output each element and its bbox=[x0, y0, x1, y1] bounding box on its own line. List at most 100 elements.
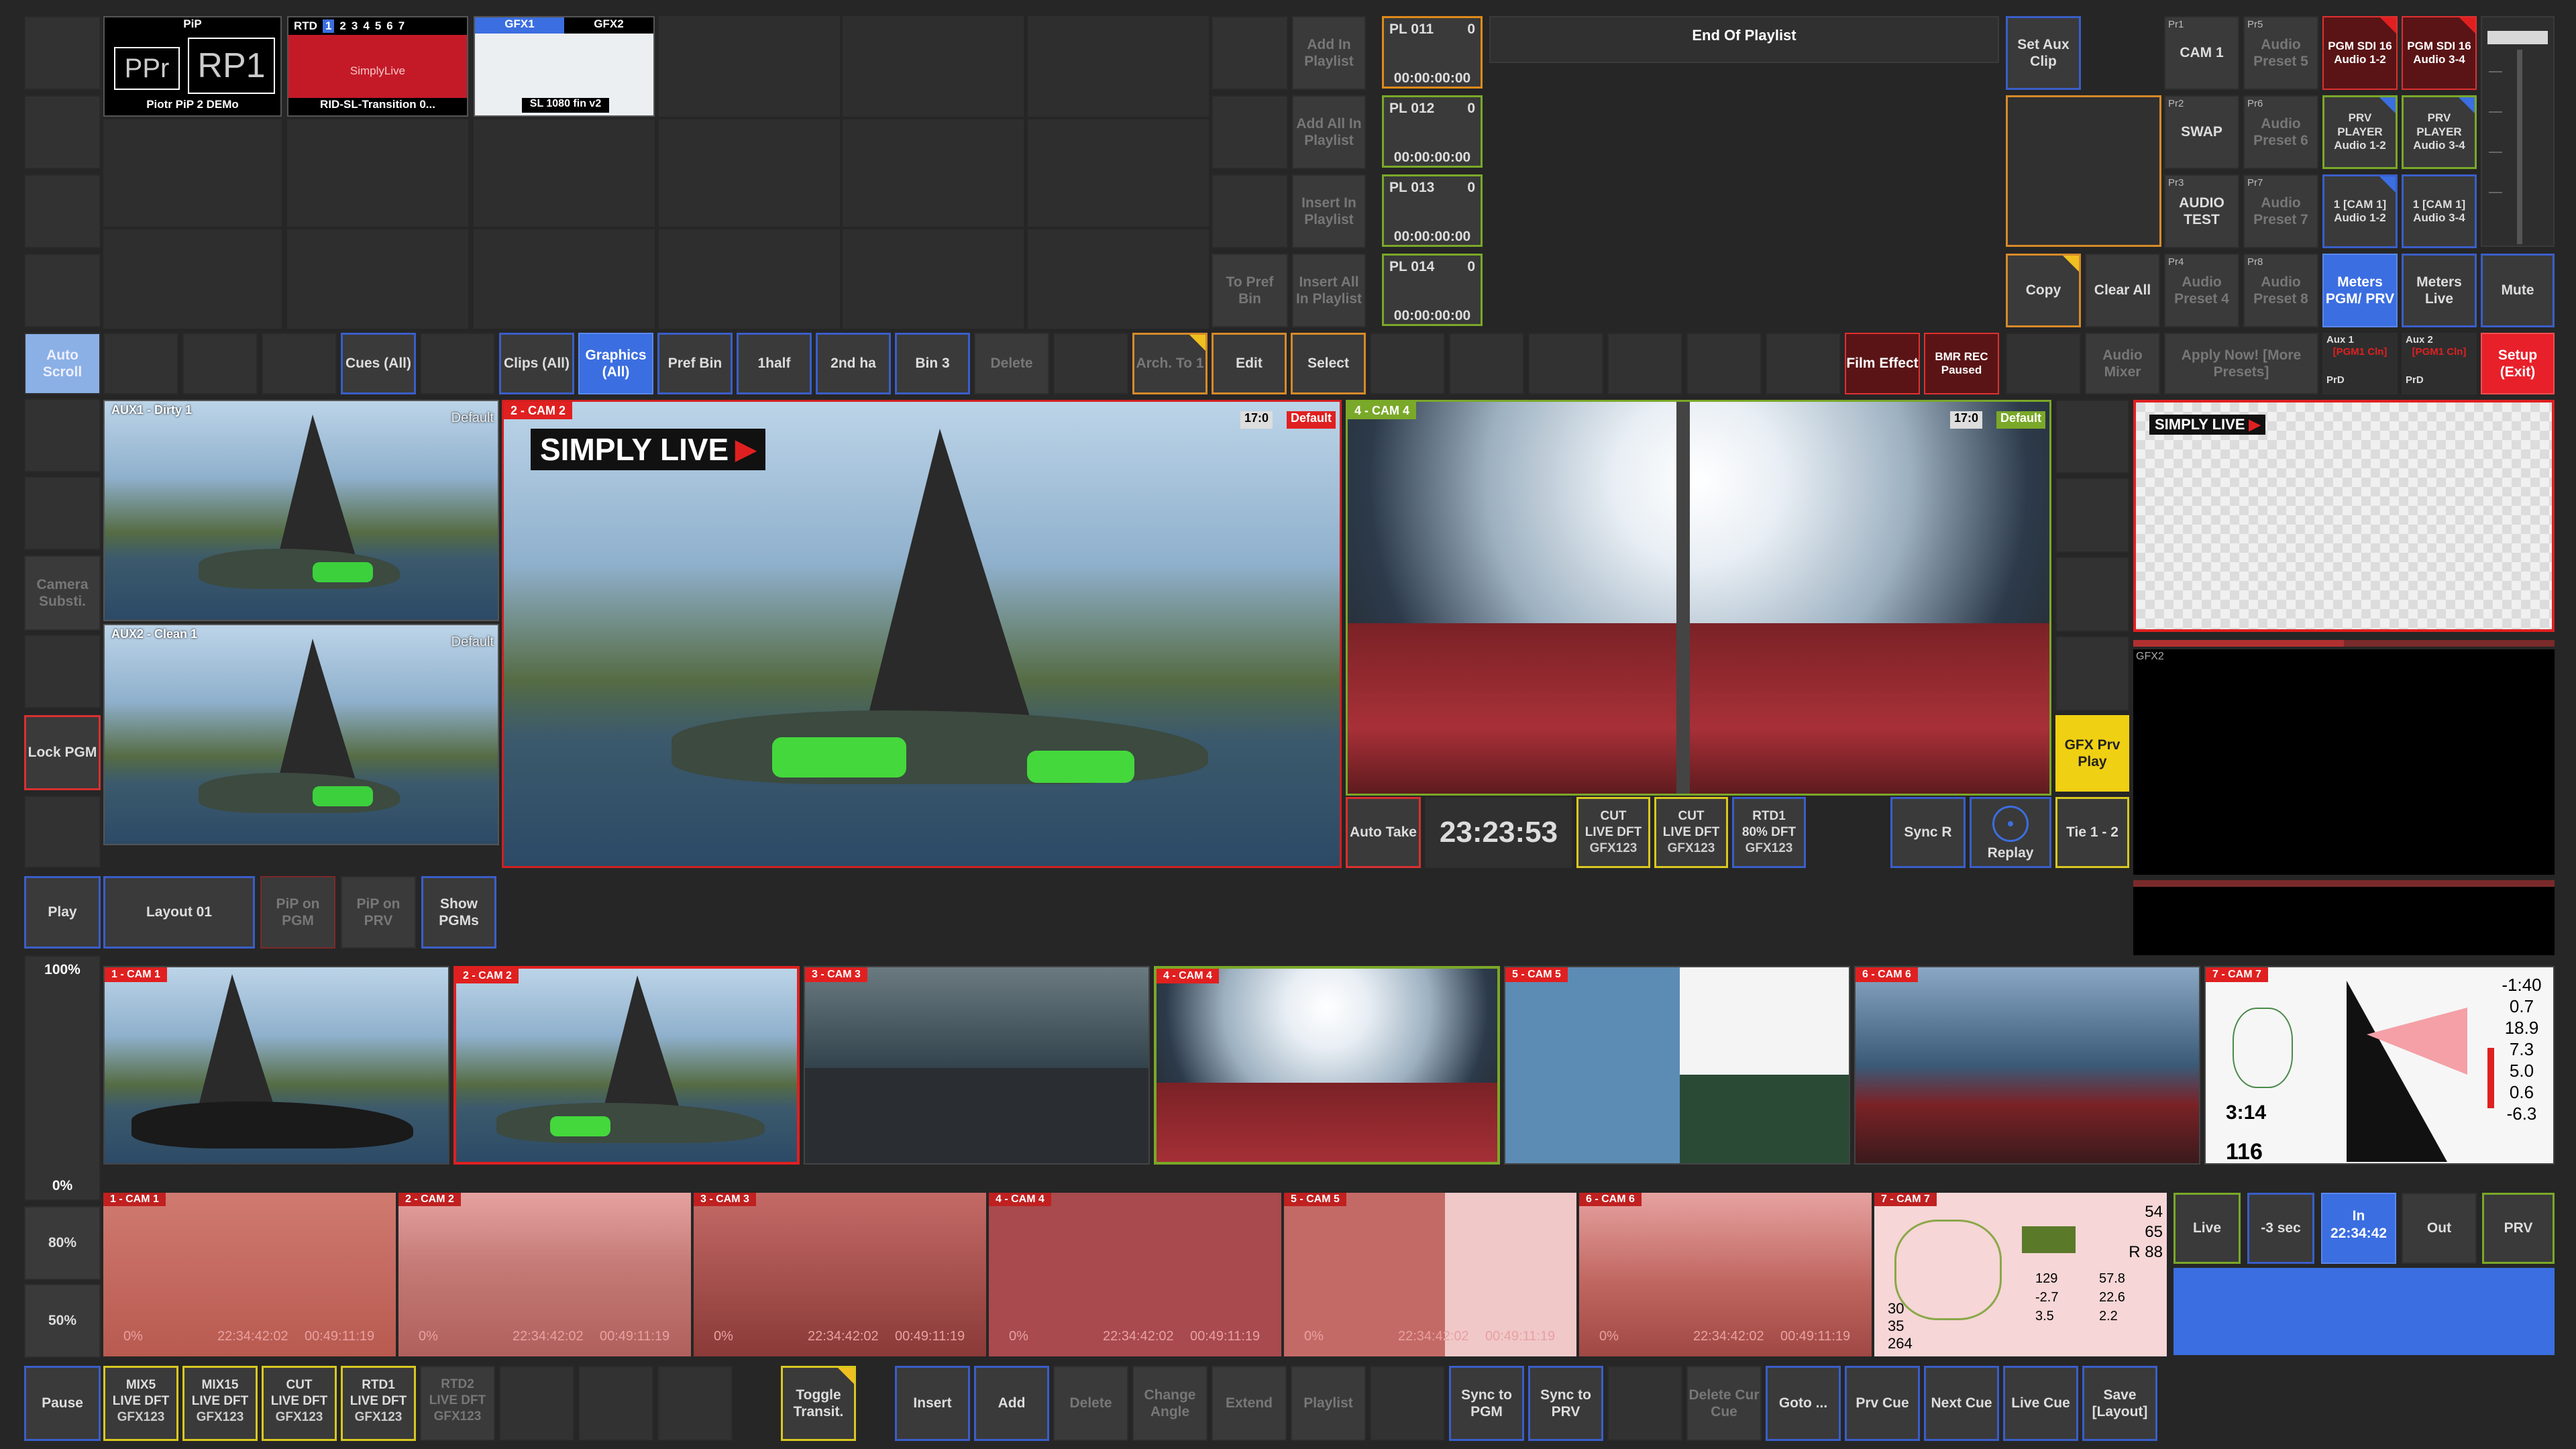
play-button[interactable]: Play bbox=[24, 876, 101, 949]
save-layout-button[interactable]: Save [Layout] bbox=[2082, 1366, 2157, 1441]
2nd-half-button[interactable]: 2nd ha bbox=[816, 333, 891, 394]
grid-cell[interactable] bbox=[843, 119, 1024, 227]
preset-audio-test-button[interactable]: Pr3 AUDIO TEST bbox=[2164, 174, 2239, 248]
camera-subst-button[interactable]: Camera Substi. bbox=[24, 555, 101, 631]
cut-button[interactable]: CUT LIVE DFT GFX123 bbox=[262, 1366, 337, 1441]
grid-cell[interactable] bbox=[420, 333, 495, 394]
edit-button[interactable]: Edit bbox=[1212, 333, 1287, 394]
audio-route-cam1-34[interactable]: 1 [CAM 1] Audio 3-4 bbox=[2402, 174, 2477, 248]
grid-cell[interactable] bbox=[182, 333, 258, 394]
grid-cell[interactable] bbox=[24, 796, 101, 868]
live-cue-button[interactable]: Live Cue bbox=[2003, 1366, 2078, 1441]
grid-cell[interactable] bbox=[24, 398, 101, 472]
pref-bin-button[interactable]: Pref Bin bbox=[657, 333, 733, 394]
grid-cell[interactable] bbox=[24, 476, 101, 550]
replay-thumb-2[interactable]: 2 - CAM 2 0% 22:34:42:02 00:49:11:19 bbox=[398, 1193, 691, 1356]
live-button[interactable]: Live bbox=[2174, 1193, 2241, 1264]
pause-button[interactable]: Pause bbox=[24, 1366, 101, 1441]
rtd-num[interactable]: 7 bbox=[398, 19, 405, 33]
apply-now-button[interactable]: Apply Now! [More Presets] bbox=[2164, 333, 2318, 394]
grid-cell[interactable] bbox=[1370, 1366, 1445, 1441]
grid-cell[interactable] bbox=[843, 229, 1024, 329]
grid-cell[interactable] bbox=[1528, 333, 1603, 394]
rtd-num[interactable]: 1 bbox=[322, 19, 335, 33]
audio-route-prv-34[interactable]: PRV PLAYER Audio 3-4 bbox=[2402, 95, 2477, 169]
sync-to-prv-button[interactable]: Sync to PRV bbox=[1528, 1366, 1603, 1441]
rtd-num[interactable]: 4 bbox=[363, 19, 369, 33]
add-in-playlist-button[interactable]: Add In Playlist bbox=[1292, 16, 1366, 90]
grid-cell[interactable] bbox=[474, 119, 655, 227]
gfx2-tab[interactable]: GFX2 bbox=[564, 17, 653, 34]
grid-cell[interactable] bbox=[24, 254, 101, 327]
meters-pgm-button[interactable]: Meters PGM/ PRV bbox=[2322, 254, 2398, 327]
extend-button[interactable]: Extend bbox=[1212, 1366, 1287, 1441]
insert-in-playlist-button[interactable]: Insert In Playlist bbox=[1292, 174, 1366, 248]
grid-cell[interactable] bbox=[1028, 229, 1209, 329]
grid-cell[interactable] bbox=[1686, 333, 1762, 394]
rtd1-button[interactable]: RTD1 80% DFT GFX123 bbox=[1732, 797, 1806, 868]
grid-cell[interactable] bbox=[287, 229, 468, 329]
set-aux-clip-button[interactable]: Set Aux Clip bbox=[2006, 16, 2081, 90]
auto-scroll-button[interactable]: Auto Scroll bbox=[24, 333, 101, 394]
replay-button[interactable]: Replay bbox=[1970, 797, 2051, 868]
gfx2-monitor[interactable]: GFX2 bbox=[2133, 649, 2555, 875]
bin3-button[interactable]: Bin 3 bbox=[895, 333, 970, 394]
prv-button[interactable]: PRV bbox=[2482, 1193, 2555, 1264]
grid-cell[interactable] bbox=[24, 174, 101, 248]
auto-take-button[interactable]: Auto Take bbox=[1346, 797, 1421, 868]
grid-cell[interactable] bbox=[103, 119, 282, 227]
sync-to-pgm-button[interactable]: Sync to PGM bbox=[1449, 1366, 1524, 1441]
layout-button[interactable]: Layout 01 bbox=[103, 876, 255, 949]
cam-thumb-3[interactable]: 3 - CAM 3 bbox=[804, 966, 1150, 1165]
mute-button[interactable]: Mute bbox=[2481, 254, 2555, 327]
grid-cell[interactable] bbox=[474, 229, 655, 329]
preset-swap-button[interactable]: Pr2 SWAP bbox=[2164, 95, 2239, 169]
replay-thumb-6[interactable]: 6 - CAM 6 0% 22:34:42:02 00:49:11:19 bbox=[1579, 1193, 1872, 1356]
rtd-thumb[interactable]: RTD 1 2 3 4 5 6 7 SimplyLive RID-SL-Tran… bbox=[287, 16, 468, 117]
setup-exit-button[interactable]: Setup (Exit) bbox=[2481, 333, 2555, 394]
audio-fader[interactable] bbox=[2481, 16, 2555, 247]
cam-thumb-5[interactable]: 5 - CAM 5 bbox=[1504, 966, 1850, 1165]
playlist-item[interactable]: PL 011 0 00:00:00:00 bbox=[1382, 16, 1483, 89]
preset-audio7-button[interactable]: Pr7 Audio Preset 7 bbox=[2243, 174, 2318, 248]
cam-thumb-1[interactable]: 1 - CAM 1 bbox=[103, 966, 449, 1165]
speed-50-button[interactable]: 50% bbox=[24, 1284, 101, 1358]
grid-cell[interactable] bbox=[1449, 333, 1524, 394]
cam-thumb-4[interactable]: 4 - CAM 4 bbox=[1154, 966, 1500, 1165]
grid-cell[interactable] bbox=[578, 1366, 653, 1441]
cam-thumb-7[interactable]: 3:14 116 -1:40 0.7 18.9 7.3 5.0 0.6 -6.3… bbox=[2204, 966, 2555, 1165]
cam-thumb-6[interactable]: 6 - CAM 6 bbox=[1854, 966, 2200, 1165]
select-button[interactable]: Select bbox=[1291, 333, 1366, 394]
grid-cell[interactable] bbox=[1212, 95, 1288, 169]
audio-route-cam1-12[interactable]: 1 [CAM 1] Audio 1-2 bbox=[2322, 174, 2398, 248]
cut-live-button-1[interactable]: CUT LIVE DFT GFX123 bbox=[1576, 797, 1650, 868]
grid-cell[interactable] bbox=[659, 16, 840, 117]
lock-pgm-button[interactable]: Lock PGM bbox=[24, 715, 101, 790]
gfx-preview-monitor[interactable]: SIMPLY LIVE ▶ bbox=[2133, 400, 2555, 632]
playlist-item[interactable]: PL 012 0 00:00:00:00 bbox=[1382, 95, 1483, 168]
rtd-num[interactable]: 2 bbox=[339, 19, 345, 33]
audio-route-prv-12[interactable]: PRV PLAYER Audio 1-2 bbox=[2322, 95, 2398, 169]
grid-cell[interactable] bbox=[2055, 400, 2129, 474]
grid-cell[interactable] bbox=[2006, 333, 2081, 394]
grid-cell[interactable] bbox=[659, 119, 840, 227]
delete-button[interactable]: Delete bbox=[1053, 1366, 1128, 1441]
toggle-transit-button[interactable]: Toggle Transit. bbox=[781, 1366, 856, 1441]
preset-cam1-button[interactable]: Pr1 CAM 1 bbox=[2164, 16, 2239, 90]
rtd-num[interactable]: 5 bbox=[375, 19, 381, 33]
aux-clip-slot[interactable] bbox=[2006, 95, 2161, 247]
grid-cell[interactable] bbox=[287, 119, 468, 227]
aux2-button[interactable]: Aux 2 [PGM1 Cln] PrD bbox=[2402, 333, 2477, 394]
audio-mixer-button[interactable]: Audio Mixer bbox=[2085, 333, 2160, 394]
preset-audio5-button[interactable]: Pr5 Audio Preset 5 bbox=[2243, 16, 2318, 90]
change-angle-button[interactable]: Change Angle bbox=[1132, 1366, 1208, 1441]
clips-button[interactable]: Clips (All) bbox=[499, 333, 574, 394]
tie-button[interactable]: Tie 1 - 2 bbox=[2055, 797, 2129, 868]
cues-button[interactable]: Cues (All) bbox=[341, 333, 416, 394]
grid-cell[interactable] bbox=[843, 16, 1024, 117]
grid-cell[interactable] bbox=[1053, 333, 1128, 394]
aux1-button[interactable]: Aux 1 [PGM1 Cln] PrD bbox=[2322, 333, 2398, 394]
delete-bin-button[interactable]: Delete bbox=[974, 333, 1049, 394]
grid-cell[interactable] bbox=[657, 1366, 733, 1441]
grid-cell[interactable] bbox=[659, 229, 840, 329]
